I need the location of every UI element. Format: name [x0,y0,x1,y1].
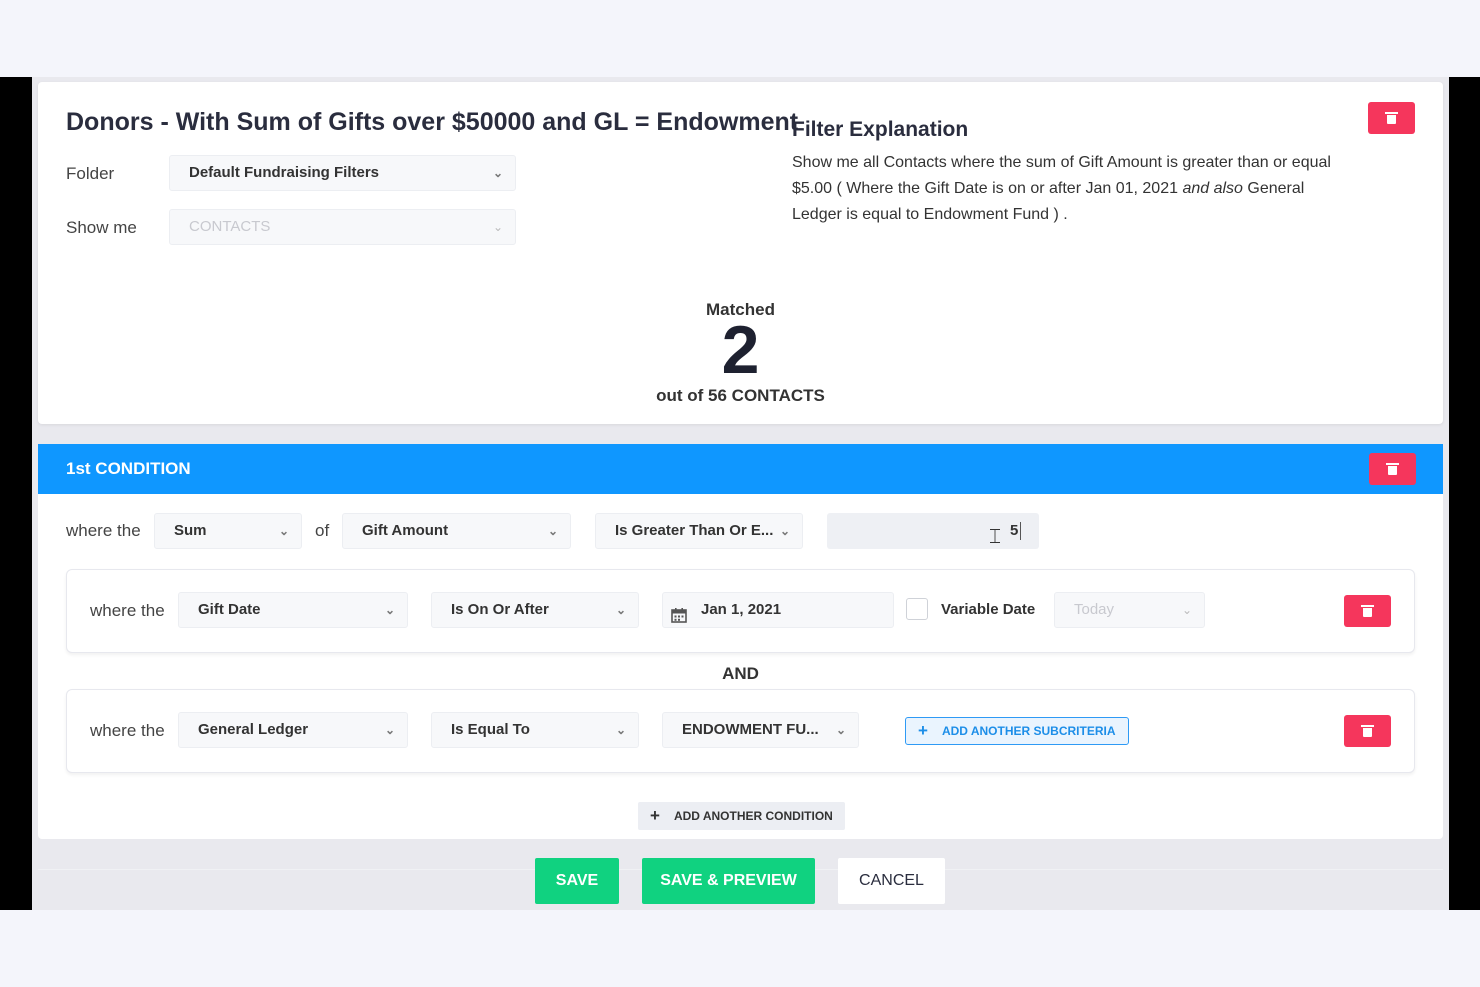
folder-label: Folder [66,164,115,183]
page-title: Donors - With Sum of Gifts over $50000 a… [66,108,799,136]
variable-date-select: Today ⌄ [1054,592,1205,628]
save-preview-button[interactable]: SAVE & PREVIEW [642,858,815,904]
plus-icon: + [918,721,928,740]
filter-explanation-text: Show me all Contacts where the sum of Gi… [792,150,1342,228]
right-letterbox [1449,77,1480,910]
trash-icon [1361,605,1374,617]
field-select-value: Gift Amount [362,522,449,539]
variable-date-value: Today [1074,601,1115,618]
delete-condition-button[interactable] [1369,453,1416,485]
filter-explanation-title: Filter Explanation [792,118,969,141]
chevron-down-icon: ⌄ [615,723,626,737]
chevron-down-icon: ⌄ [492,220,503,234]
subcriteria-operator-select[interactable]: Is On Or After ⌄ [431,592,639,628]
show-me-select: CONTACTS ⌄ [169,209,516,245]
filter-explanation-emphasis: and also [1182,180,1243,197]
cancel-button[interactable]: CANCEL [838,858,945,904]
subcriteria-operator-value: Is Equal To [451,721,530,738]
chevron-down-icon: ⌄ [835,723,846,737]
delete-subcriteria-button[interactable] [1344,715,1391,747]
chevron-down-icon: ⌄ [384,603,395,617]
show-me-label: Show me [66,218,137,237]
filter-header-card: Donors - With Sum of Gifts over $50000 a… [38,82,1443,424]
aggregate-select-value: Sum [174,522,207,539]
value-input[interactable]: 5 [827,513,1039,549]
of-label: of [315,521,330,540]
save-button[interactable]: SAVE [535,858,619,904]
variable-date-checkbox[interactable] [906,598,928,620]
subcriteria-field-value: Gift Date [198,601,261,618]
add-condition-label: ADD ANOTHER CONDITION [673,809,833,823]
chevron-down-icon: ⌄ [492,166,503,180]
subcriteria-field-select[interactable]: Gift Date ⌄ [178,592,408,628]
where-the-label: where the [90,721,165,740]
subcriteria-operator-value: Is On Or After [451,601,549,618]
chevron-down-icon: ⌄ [615,603,626,617]
app-stage: Donors - With Sum of Gifts over $50000 a… [0,77,1480,910]
where-the-label: where the [90,601,165,620]
calendar-icon [671,602,687,623]
chevron-down-icon: ⌄ [547,524,558,538]
chevron-down-icon: ⌄ [1181,603,1192,617]
trash-icon [1361,725,1374,737]
add-subcriteria-button[interactable]: + ADD ANOTHER SUBCRITERIA [905,717,1129,745]
chevron-down-icon: ⌄ [278,524,289,538]
folder-select[interactable]: Default Fundraising Filters ⌄ [169,155,516,191]
variable-date-label: Variable Date [941,601,1036,618]
and-separator: AND [722,664,759,683]
matched-count: 2 [721,312,760,388]
show-me-select-value: CONTACTS [189,218,271,235]
add-condition-button[interactable]: + ADD ANOTHER CONDITION [638,802,845,830]
value-input-text: 5 [1010,522,1019,539]
trash-icon [1385,112,1398,124]
field-select[interactable]: Gift Amount ⌄ [342,513,571,549]
date-picker-value: Jan 1, 2021 [701,601,782,618]
subcriteria-row: where the Gift Date ⌄ Is On Or After ⌄ J… [66,569,1415,653]
delete-subcriteria-button[interactable] [1344,595,1391,627]
where-the-label: where the [66,521,141,540]
aggregate-select[interactable]: Sum ⌄ [154,513,302,549]
text-cursor-icon: ⌶ [989,524,1001,548]
condition-title: 1st CONDITION [66,459,191,478]
condition-card: where the Sum ⌄ of Gift Amount ⌄ Is Grea… [38,494,1443,870]
text-caret [1020,522,1021,540]
subcriteria-operator-select[interactable]: Is Equal To ⌄ [431,712,639,748]
matched-out-of: out of 56 CONTACTS [656,386,825,405]
delete-filter-button[interactable] [1368,102,1415,134]
add-subcriteria-label: ADD ANOTHER SUBCRITERIA [941,724,1116,738]
subcriteria-value-select[interactable]: ENDOWMENT FU... ⌄ [662,712,859,748]
subcriteria-value: ENDOWMENT FU... [682,721,819,738]
operator-select-value: Is Greater Than Or E... [615,522,774,539]
operator-select[interactable]: Is Greater Than Or E... ⌄ [595,513,803,549]
condition-header: 1st CONDITION [38,444,1443,494]
chevron-down-icon: ⌄ [779,524,790,538]
subcriteria-field-value: General Ledger [198,721,309,738]
subcriteria-field-select[interactable]: General Ledger ⌄ [178,712,408,748]
folder-select-value: Default Fundraising Filters [189,164,380,181]
date-picker-input[interactable]: Jan 1, 2021 [662,592,894,628]
chevron-down-icon: ⌄ [384,723,395,737]
subcriteria-row: where the General Ledger ⌄ Is Equal To ⌄… [66,689,1415,773]
plus-icon: + [650,806,660,825]
left-letterbox [0,77,32,910]
trash-icon [1386,463,1399,475]
